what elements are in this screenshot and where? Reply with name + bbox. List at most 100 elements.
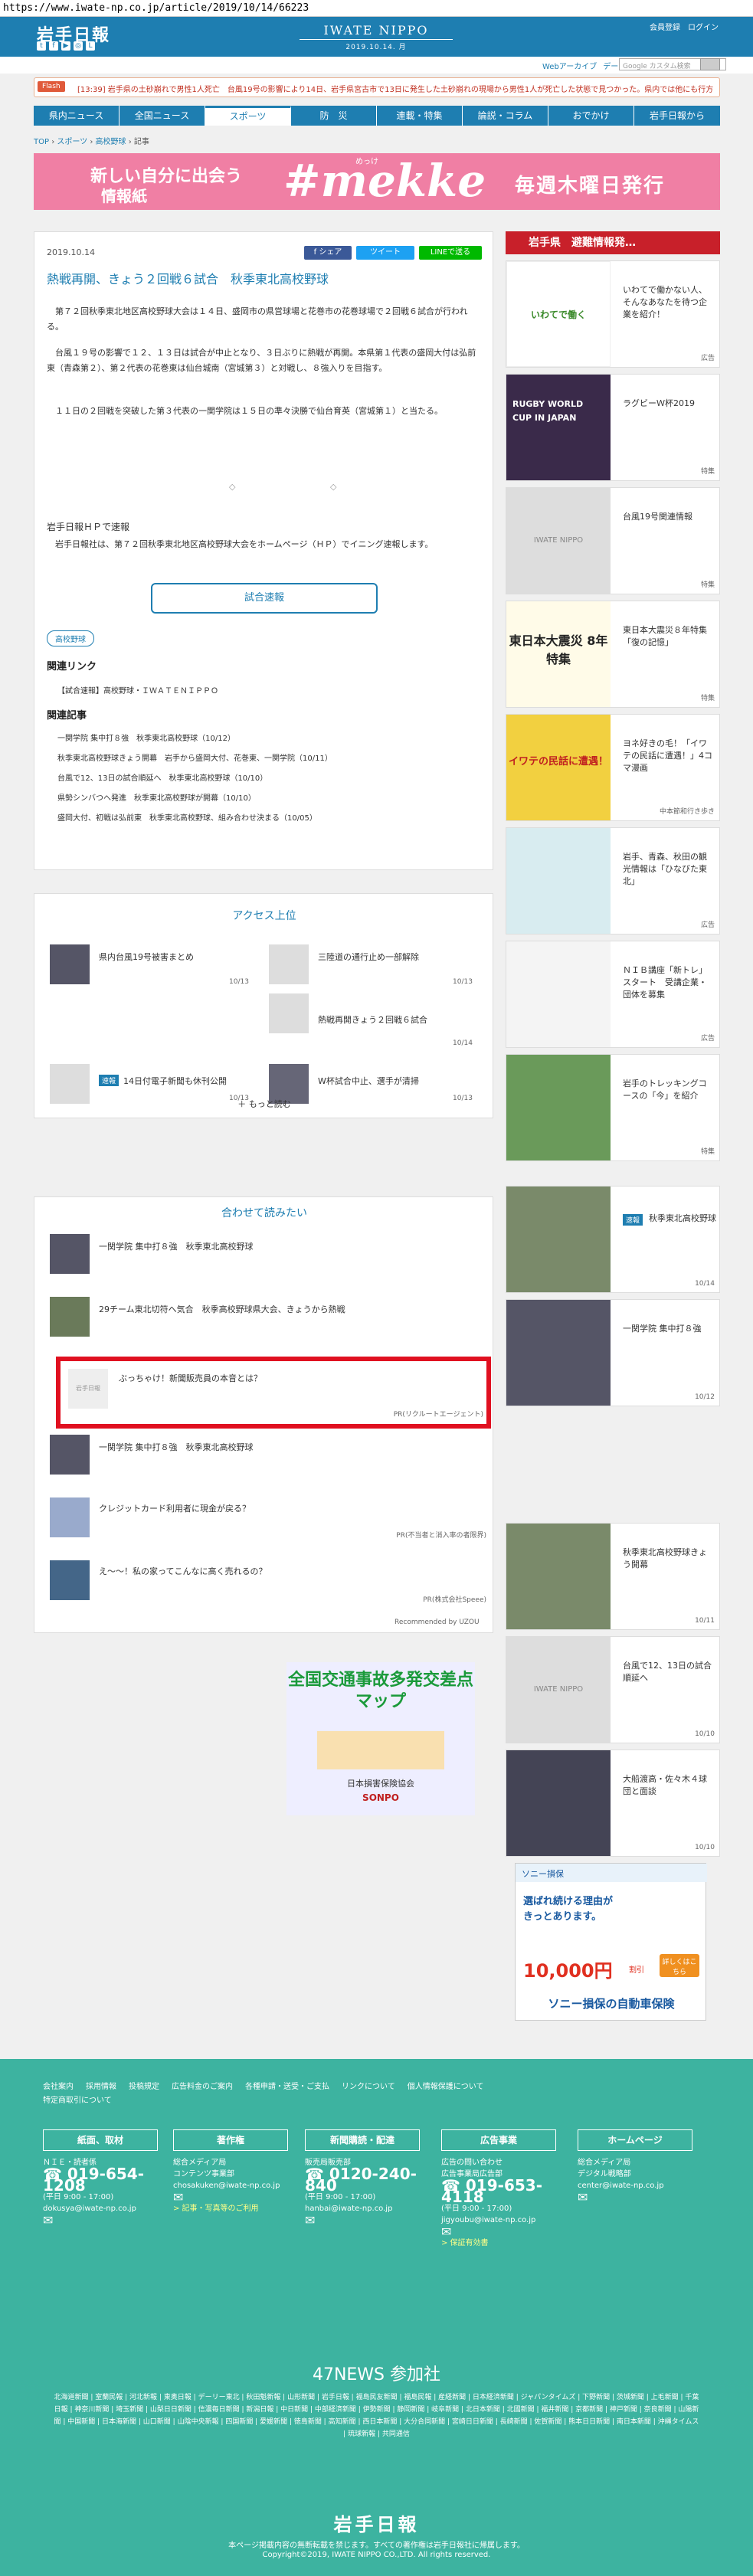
address-bar[interactable]: https://www.iwate-np.co.jp/article/2019/… [0,0,753,17]
tag-baseball[interactable]: 高校野球 [47,630,94,646]
related-link[interactable]: 【試合速報】高校野球・ＩＷＡＴＥＮＩＰＰＯ [57,684,218,696]
footer-extra-link[interactable]: > 保証有効書 [441,2237,556,2249]
more-button[interactable]: ＋ もっと読む [34,1098,494,1110]
footer-column-heading: 新聞購読・配達 [305,2129,420,2151]
ticker-text[interactable]: [13:39] 岩手県の土砂崩れで男性1人死亡 台風19号の影響により14日、岩… [77,83,713,94]
live-score-button[interactable]: 試合速報 [151,583,378,614]
tweet-button[interactable]: ツイート [356,246,414,260]
youtube-icon[interactable]: ▶ [61,41,70,51]
thumbnail[interactable] [50,1234,90,1274]
sidebar-card[interactable]: 東日本大震災 8年特集 東日本大震災８年特集「復の記憶」 特集 [506,601,720,708]
mekke-banner[interactable]: 新しい自分に出会う 情報紙 めっけ #mekke 毎週木曜日発行 [34,153,720,210]
footer-link[interactable]: リンクについて [342,2083,395,2091]
sidebar-card[interactable]: 速報 秋季東北高校野球 10/14 [506,1186,720,1293]
related-article[interactable]: 台風で12、13日の試合順延へ 秋季東北高校野球（10/10） [57,771,267,783]
search-button[interactable] [700,58,720,70]
access-item-title[interactable]: 県内台風19号被害まとめ [99,951,221,963]
recommended-by[interactable]: Recommended by UZOU [395,1619,480,1626]
footer-link[interactable]: 採用情報 [86,2083,116,2091]
card-date: 10/14 [695,1280,715,1288]
footer-link[interactable]: 会社案内 [43,2083,74,2091]
masthead-title: IWATE NIPPO [323,23,429,38]
access-item-title[interactable]: W杯試合中止、選手が清掃 [318,1075,440,1087]
sidebar-card[interactable]: 秋季東北高校野球きょう開幕 10/11 [506,1523,720,1630]
web-archive-link[interactable]: Webアーカイブ [542,63,597,71]
sidebar-card[interactable]: イワテの民話に遭遇！ ヨネ好きの毛！「イワテの民話に遭遇！」4コマ漫画 中本節和… [506,714,720,821]
sidebar-card[interactable]: 岩手のトレッキングコースの「今」を紹介 特集 [506,1054,720,1161]
mail-icon[interactable]: ✉ [43,2214,158,2227]
nav-item-outing[interactable]: おでかけ [548,106,634,126]
footer-email[interactable]: center@iwate-np.co.jp [578,2180,692,2191]
mail-icon[interactable]: ✉ [173,2191,288,2204]
thumbnail[interactable] [50,1497,90,1537]
thumbnail[interactable] [269,944,309,984]
thumbnail[interactable] [50,1560,90,1600]
footer-email[interactable]: dokusya@iwate-np.co.jp [43,2203,158,2214]
footer-link[interactable]: 各種申請・送受・ご支払 [245,2083,329,2091]
thumbnail[interactable] [50,1435,90,1475]
news47-members[interactable]: 北海道新聞 | 室蘭民報 | 河北新報 | 東奥日報 | デーリー東北 | 秋田… [54,2391,699,2440]
traffic-map-ad[interactable]: 全国交通事故多発交差点マップ 日本損害保険協会 SONPO [286,1662,475,1815]
sony-insurance-ad[interactable]: ソニー損保 選ばれ続ける理由が きっとあります。 10,000円 割引 詳しくは… [515,1863,707,2021]
read-item-title[interactable]: え〜〜！私の家ってこんなに高く売れるの？ [99,1565,267,1577]
sidebar-card[interactable]: ＮＩＢ講座「新トレ」スタート 受講企業・団体を募集 広告 [506,941,720,1048]
access-item-title[interactable]: 熱戦再開きょう２回戦６試合 [318,1013,440,1026]
thumbnail[interactable] [50,944,90,984]
footer-link[interactable]: 個人情報保護について [408,2083,484,2091]
highlighted-pr-item[interactable]: 岩手日報 ぶっちゃけ！新聞販売員の本音とは？ PR(リクルートエージェント) [56,1357,491,1429]
facebook-icon[interactable]: f [49,41,58,51]
access-item-title[interactable]: 三陸道の通行止め一部解除 [318,951,440,963]
nav-item-local[interactable]: 県内ニュース [34,106,119,126]
related-article[interactable]: 盛岡大付、初戦は弘前東 秋季東北高校野球、組み合わせ決まる（10/05） [57,811,317,823]
ad-cta-button[interactable]: 詳しくはこちら [660,1954,699,1977]
instagram-icon[interactable]: ◎ [74,41,83,51]
article: 2019.10.14 f シェア ツイート LINEで送る 熱戦再開、きょう２回… [34,231,493,870]
read-item-title[interactable]: ぶっちゃけ！新聞販売員の本音とは？ [119,1372,262,1384]
related-article[interactable]: 一関学院 集中打８強 秋季東北高校野球（10/12） [57,732,235,743]
read-item-title[interactable]: 29チーム東北切符へ気合 秋季高校野球県大会、きょうから熱戦 [99,1303,345,1315]
nav-item-column[interactable]: 論説・コラム [463,106,548,126]
nav-item-national[interactable]: 全国ニュース [119,106,205,126]
footer-link[interactable]: 広告料金のご案内 [172,2083,233,2091]
facebook-share-button[interactable]: f シェア [304,246,352,260]
breadcrumb-baseball[interactable]: 高校野球 [96,138,126,146]
line-icon[interactable]: L [86,41,95,51]
related-article[interactable]: 県勢シンバつへ発進 秋季東北高校野球が開幕（10/10） [57,791,256,803]
read-item-title[interactable]: 一関学院 集中打８強 秋季東北高校野球 [99,1240,254,1252]
sidebar-alert-heading[interactable]: 岩手県 避難情報発… [506,231,720,254]
sidebar-card[interactable]: 一関学院 集中打８強 10/12 [506,1299,720,1406]
related-article[interactable]: 秋季東北高校野球きょう開幕 岩手から盛岡大付、花巻東、一関学院（10/11） [57,751,332,763]
nav-item-sports[interactable]: スポーツ [205,106,291,126]
sidebar-card[interactable]: IWATE NIPPO 台風19号関連情報 特集 [506,487,720,594]
breadcrumb-top[interactable]: TOP [34,138,49,146]
sidebar-card[interactable]: IWATE NIPPO 台風で12、13日の試合順延へ 10/10 [506,1636,720,1743]
sidebar-card[interactable]: 岩手、青森、秋田の観光情報は「ひなびた東北」 広告 [506,827,720,934]
sidebar-card[interactable]: 大船渡高・佐々木４球団と面談 10/10 [506,1750,720,1857]
footer-extra-link[interactable]: > 記事・写真等のご利用 [173,2203,288,2214]
line-share-button[interactable]: LINEで送る [419,246,482,260]
access-item-title[interactable]: 14日付電子新聞も休刊公開 [123,1075,246,1087]
thumbnail[interactable] [269,993,309,1033]
nav-item-series[interactable]: 連載・特集 [377,106,463,126]
read-item-title[interactable]: クレジットカード利用者に現金が戻る？ [99,1502,250,1514]
footer-email[interactable]: jigyoubu@iwate-np.co.jp [441,2214,556,2226]
register-link[interactable]: 会員登録 [650,24,680,32]
twitter-icon[interactable]: t [37,41,46,51]
sidebar-card[interactable]: RUGBY WORLD CUP IN JAPAN ラグビーＷ杯2019 特集 [506,374,720,481]
nav-item-disaster[interactable]: 防 災 [291,106,377,126]
read-heading: 合わせて読みたい [221,1207,307,1219]
mail-icon[interactable]: ✉ [441,2226,556,2238]
mail-icon[interactable]: ✉ [578,2191,692,2204]
login-link[interactable]: ログイン [688,24,719,32]
footer-email[interactable]: hanbai@iwate-np.co.jp [305,2203,420,2214]
footer-email[interactable]: chosakuken@iwate-np.co.jp [173,2180,288,2191]
thumbnail[interactable] [50,1297,90,1337]
footer-link[interactable]: 特定商取引について [43,2096,112,2105]
nav-item-from-nippo[interactable]: 岩手日報から [634,106,720,126]
mail-icon[interactable]: ✉ [305,2214,420,2227]
footer-link[interactable]: 投稿規定 [129,2083,159,2091]
sidebar-card[interactable]: いわてで働く いわてで働かない人、そんなあなたを待つ企業を紹介！ 広告 [506,260,720,368]
breadcrumb-sports[interactable]: スポーツ [57,138,87,146]
read-item-title[interactable]: 一関学院 集中打８強 秋季東北高校野球 [99,1441,254,1453]
footer-logo[interactable]: 岩手日報 [0,2509,753,2536]
